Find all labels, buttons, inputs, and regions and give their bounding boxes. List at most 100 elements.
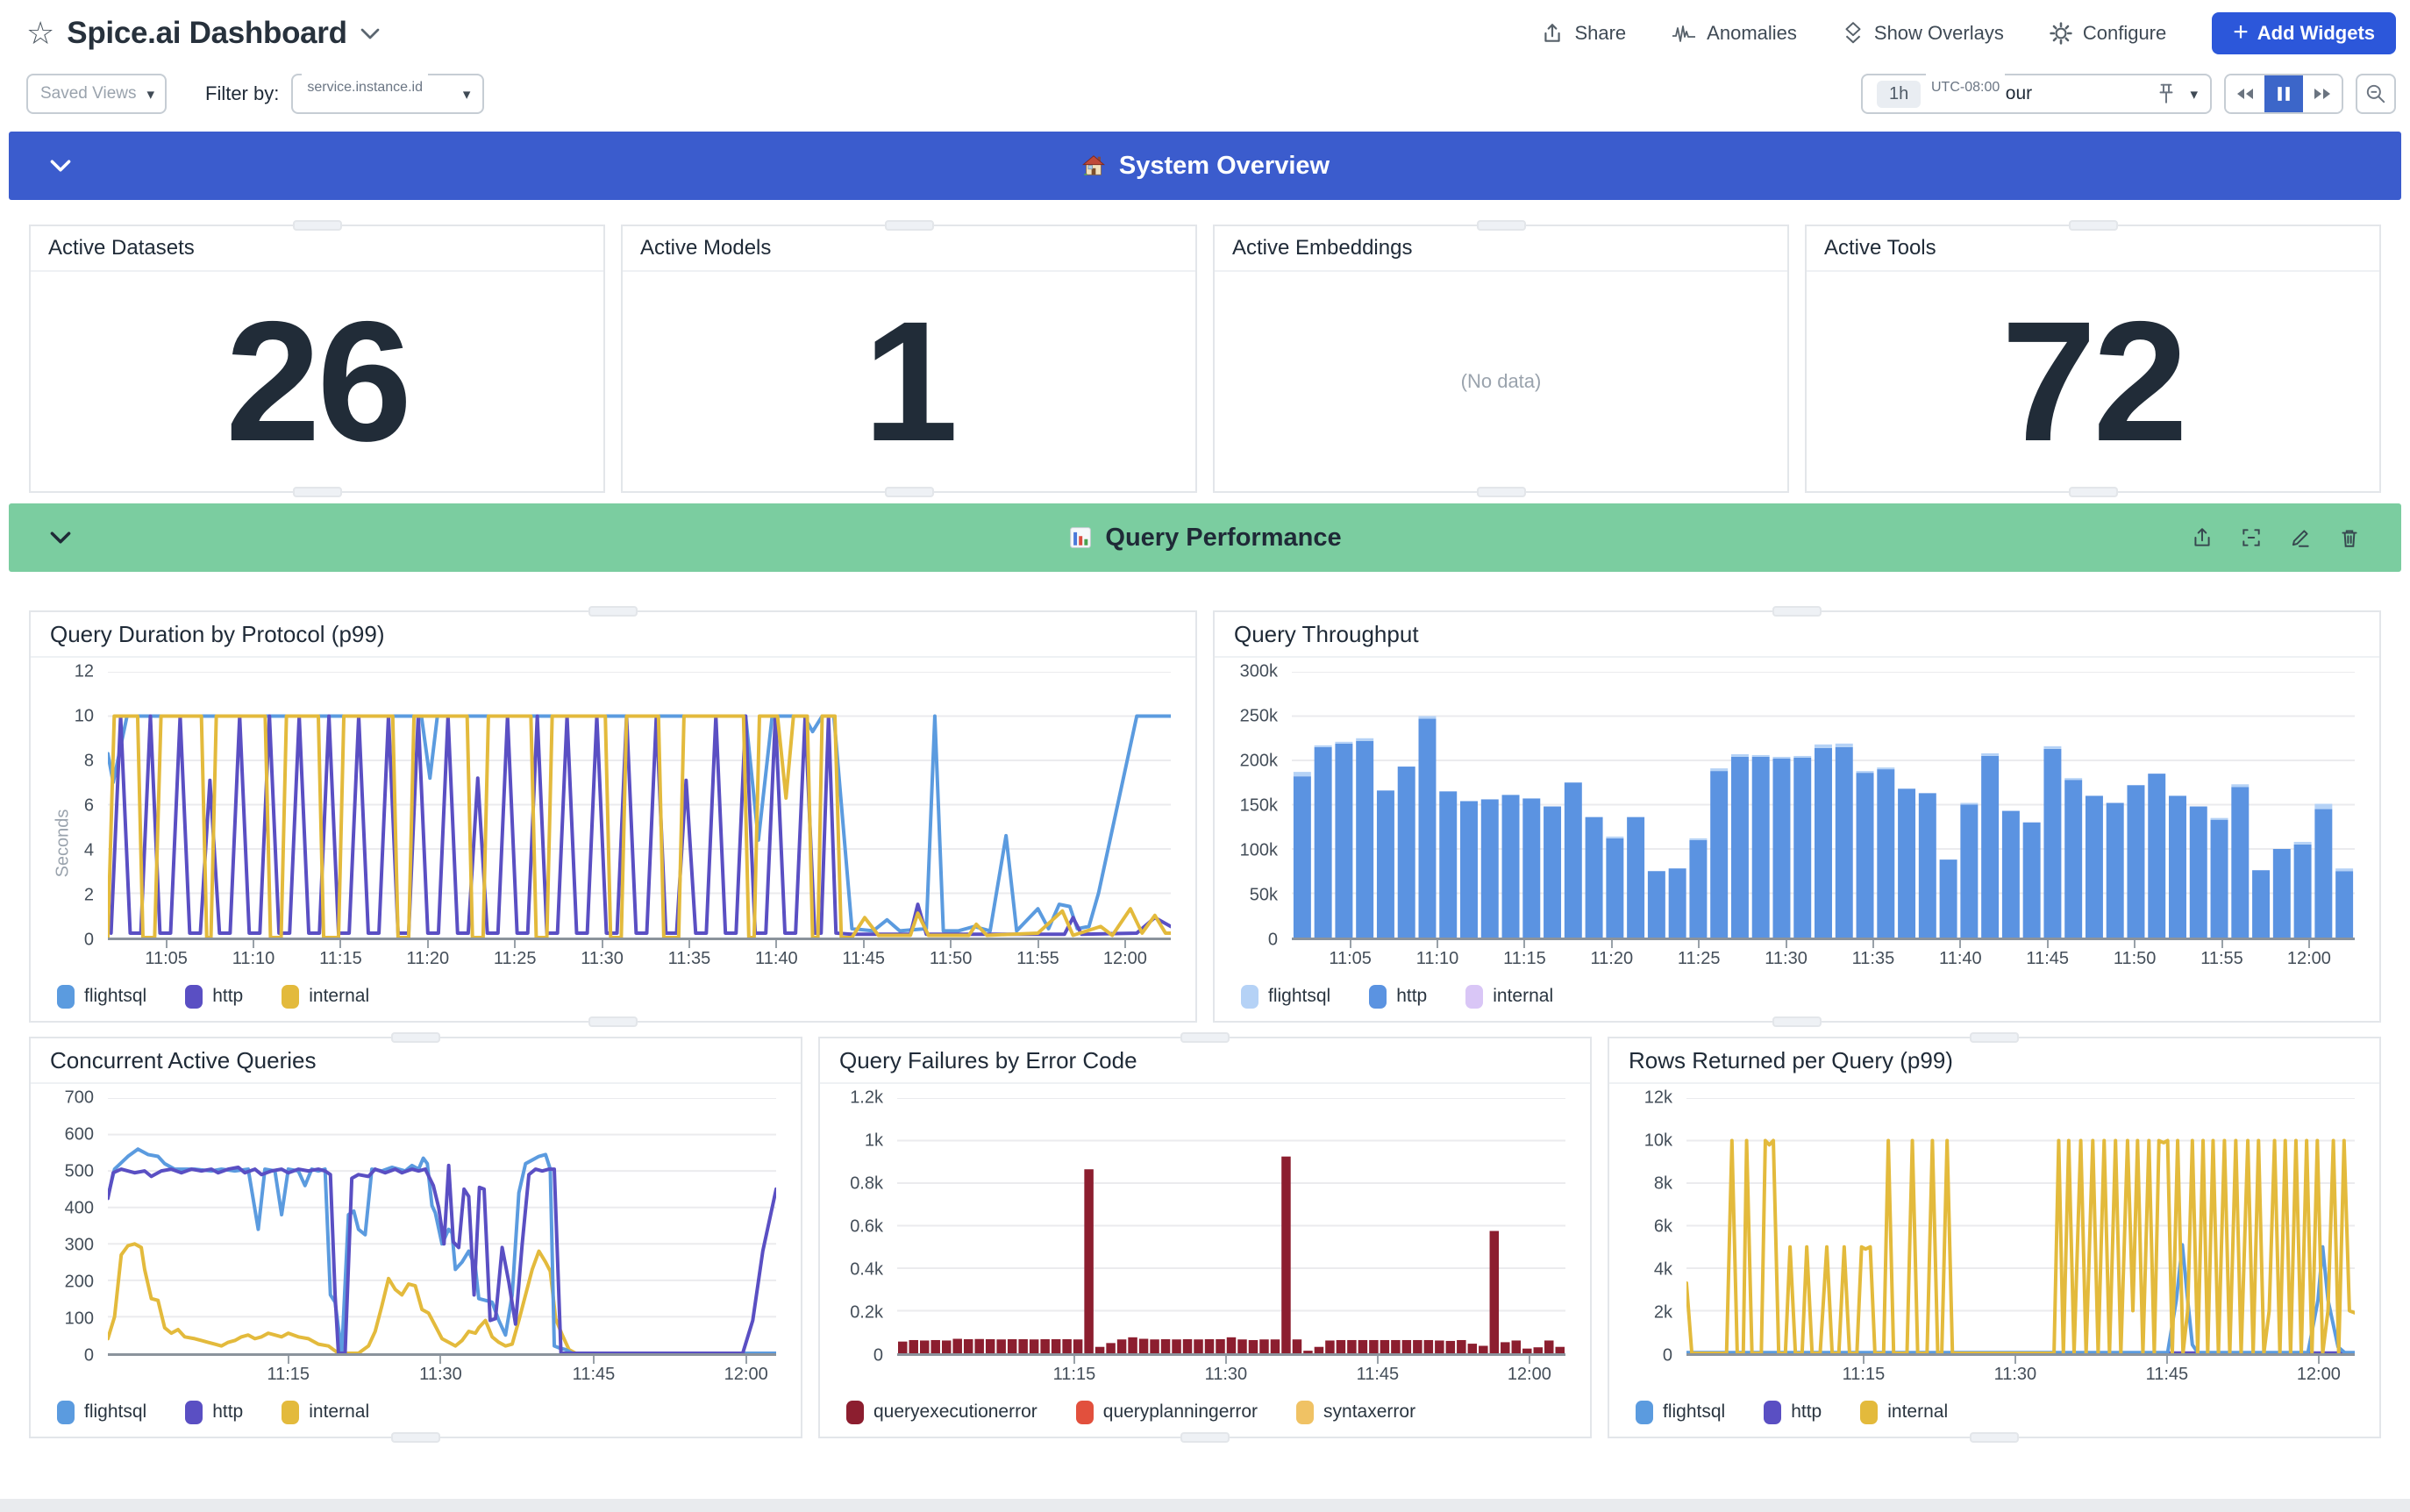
y-tick-label: 0 xyxy=(1663,1346,1672,1366)
x-tick-label: 11:15 xyxy=(1503,949,1546,969)
drag-handle[interactable] xyxy=(293,220,342,231)
x-tick-label: 11:10 xyxy=(232,949,275,969)
drag-handle[interactable] xyxy=(391,1032,440,1043)
instance-filter-input[interactable]: service.instance.id * ▾ xyxy=(291,74,484,114)
legend-label: http xyxy=(1396,986,1427,1007)
x-tick-mark xyxy=(1959,940,1961,948)
legend-item[interactable]: flightsql xyxy=(1636,1401,1725,1424)
x-tick-mark xyxy=(166,940,168,948)
saved-views-select[interactable]: Saved Views ▾ xyxy=(26,74,167,114)
drag-handle[interactable] xyxy=(2069,487,2118,497)
legend-label: internal xyxy=(1887,1401,1948,1423)
drag-handle[interactable] xyxy=(293,487,342,497)
legend-item[interactable]: internal xyxy=(282,1401,369,1424)
rewind-button[interactable] xyxy=(2226,75,2264,112)
export-icon[interactable] xyxy=(2191,526,2214,549)
x-tick-label: 12:00 xyxy=(2297,1365,2341,1385)
anomalies-button[interactable]: Anomalies xyxy=(1672,22,1797,45)
y-tick-label: 6 xyxy=(84,796,94,817)
x-tick-mark xyxy=(1377,1356,1379,1364)
add-widgets-button[interactable]: + Add Widgets xyxy=(2212,12,2396,54)
legend-label: internal xyxy=(1493,986,1553,1007)
edit-icon[interactable] xyxy=(2289,526,2312,549)
y-tick-label: 8k xyxy=(1654,1174,1672,1195)
y-tick-label: 200 xyxy=(65,1273,94,1293)
chevron-down-icon[interactable] xyxy=(360,27,381,40)
stat-title: Active Datasets xyxy=(31,226,603,272)
legend-item[interactable]: internal xyxy=(1860,1401,1948,1424)
drag-handle[interactable] xyxy=(588,1016,638,1027)
collapse-chevron-icon[interactable] xyxy=(49,531,72,545)
legend-chip xyxy=(185,1401,203,1424)
drag-handle[interactable] xyxy=(1477,487,1526,497)
drag-handle[interactable] xyxy=(391,1432,440,1443)
x-axis-labels: 11:1511:3011:4512:00 xyxy=(1686,1356,2355,1393)
drag-handle[interactable] xyxy=(1772,606,1822,617)
chart-title: Query Duration by Protocol (p99) xyxy=(31,612,1195,658)
legend-label: internal xyxy=(309,1401,369,1423)
section-banner-system-overview: System Overview xyxy=(9,132,2401,200)
legend-item[interactable]: http xyxy=(185,1401,243,1424)
fit-section-icon[interactable] xyxy=(2240,526,2263,549)
y-axis-labels: 1.2k1k0.8k0.6k0.4k0.2k0 xyxy=(820,1098,897,1356)
legend-item[interactable]: internal xyxy=(282,985,369,1009)
plot-area[interactable] xyxy=(1686,1098,2355,1356)
caret-down-icon[interactable]: ▾ xyxy=(2190,87,2198,102)
legend-chip xyxy=(282,985,299,1009)
y-tick-label: 50k xyxy=(1250,886,1278,906)
legend-item[interactable]: queryexecutionerror xyxy=(846,1401,1037,1424)
x-tick-mark xyxy=(775,940,777,948)
legend-chip xyxy=(1860,1401,1878,1424)
x-tick-label: 11:45 xyxy=(2026,949,2069,969)
legend-chip xyxy=(57,985,75,1009)
configure-button[interactable]: Configure xyxy=(2050,22,2166,45)
y-tick-label: 4 xyxy=(84,841,94,861)
zoom-out-button[interactable] xyxy=(2356,74,2396,114)
time-range-picker[interactable]: UTC-08:00 1h Past 1 Hour ▾ xyxy=(1861,74,2212,114)
legend-item[interactable]: flightsql xyxy=(1241,985,1330,1009)
legend-item[interactable]: syntaxerror xyxy=(1296,1401,1415,1424)
share-button[interactable]: Share xyxy=(1541,22,1626,45)
drag-handle[interactable] xyxy=(885,220,934,231)
chart-legend: flightsql http internal xyxy=(31,1393,801,1437)
legend-item[interactable]: http xyxy=(1369,985,1427,1009)
drag-handle[interactable] xyxy=(2069,220,2118,231)
legend-label: internal xyxy=(309,986,369,1007)
x-tick-label: 12:00 xyxy=(2287,949,2331,969)
drag-handle[interactable] xyxy=(1180,1032,1230,1043)
x-tick-label: 11:30 xyxy=(1994,1365,2037,1385)
x-axis-labels: 11:0511:1011:1511:2011:2511:3011:3511:40… xyxy=(108,940,1171,977)
legend-item[interactable]: http xyxy=(185,985,243,1009)
legend-chip xyxy=(1076,1401,1094,1424)
x-tick-label: 11:35 xyxy=(668,949,711,969)
legend-item[interactable]: queryplanningerror xyxy=(1076,1401,1258,1424)
drag-handle[interactable] xyxy=(1477,220,1526,231)
drag-handle[interactable] xyxy=(885,487,934,497)
plot-area[interactable] xyxy=(897,1098,1565,1356)
dashboard-title-group[interactable]: ☆ Spice.ai Dashboard xyxy=(26,16,381,51)
stat-title: Active Embeddings xyxy=(1215,226,1787,272)
drag-handle[interactable] xyxy=(1970,1032,2019,1043)
pin-icon[interactable] xyxy=(2157,82,2176,105)
plot-area[interactable] xyxy=(108,672,1171,940)
legend-item[interactable]: http xyxy=(1764,1401,1822,1424)
collapse-chevron-icon[interactable] xyxy=(49,159,72,173)
plot-area[interactable] xyxy=(1292,672,2355,940)
plot-area[interactable] xyxy=(108,1098,776,1356)
drag-handle[interactable] xyxy=(1970,1432,2019,1443)
legend-item[interactable]: flightsql xyxy=(57,1401,146,1424)
chart-area: 300k250k200k150k100k50k0 11:0511:1011:15… xyxy=(1215,658,2379,977)
drag-handle[interactable] xyxy=(1180,1432,1230,1443)
show-overlays-button[interactable]: Show Overlays xyxy=(1843,21,2004,46)
delete-icon[interactable] xyxy=(2338,526,2361,549)
legend-item[interactable]: flightsql xyxy=(57,985,146,1009)
legend-item[interactable]: internal xyxy=(1465,985,1553,1009)
drag-handle[interactable] xyxy=(588,606,638,617)
pause-button[interactable] xyxy=(2264,75,2303,112)
y-tick-label: 300 xyxy=(65,1236,94,1256)
x-tick-mark xyxy=(439,1356,441,1364)
fast-forward-button[interactable] xyxy=(2303,75,2342,112)
drag-handle[interactable] xyxy=(1772,1016,1822,1027)
star-icon[interactable]: ☆ xyxy=(26,18,54,49)
x-tick-mark xyxy=(1698,940,1700,948)
